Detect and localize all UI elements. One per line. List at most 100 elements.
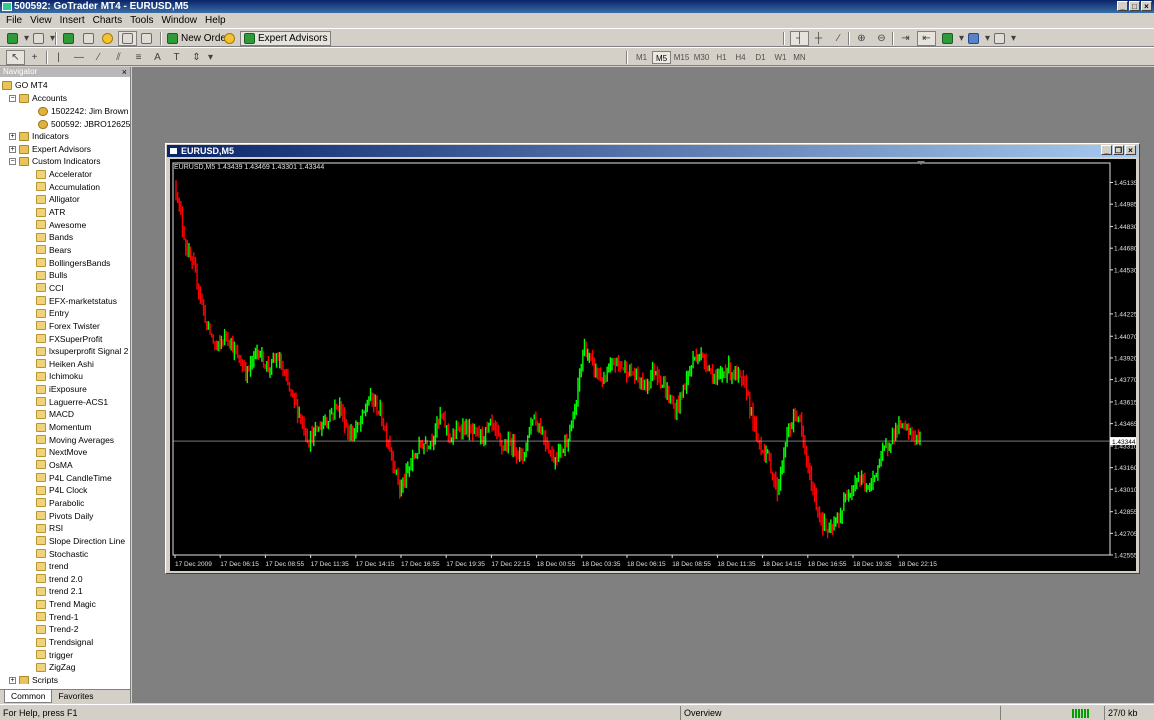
chart-window-titlebar[interactable]: EURUSD,M5 _ ❐ × [167,145,1138,157]
arrows-tool[interactable]: ⇕ ▾ [188,50,219,65]
tree-custom-indicator-item[interactable]: Trendsignal [36,636,93,648]
tree-custom-indicator-item[interactable]: P4L CandleTime [36,472,112,484]
text-label-tool[interactable]: T [168,50,185,65]
tree-custom-indicator-item[interactable]: MACD [36,408,74,420]
tree-custom-indicator-item[interactable]: Heiken Ashi [36,358,94,370]
period-h1[interactable]: H1 [712,51,731,64]
period-m30[interactable]: M30 [692,51,711,64]
bar-chart-button[interactable]: ┤ [790,31,809,46]
terminal-button[interactable] [118,31,137,46]
tree-custom-indicator-item[interactable]: Moving Averages [36,434,114,446]
tree-custom-indicator-item[interactable]: Bands [36,231,73,243]
tree-expert-advisors[interactable]: + Expert Advisors [9,143,91,155]
data-window-button[interactable] [80,31,97,46]
period-h4[interactable]: H4 [731,51,750,64]
vertical-line-tool[interactable]: | [50,50,67,65]
tab-common[interactable]: Common [4,690,53,703]
navigator-close-icon[interactable]: × [122,67,127,77]
cursor-tool[interactable]: ↖ [6,50,25,65]
tab-favorites[interactable]: Favorites [52,690,99,703]
menu-help[interactable]: Help [201,15,230,26]
tree-custom-indicator-item[interactable]: Bears [36,244,71,256]
tree-root[interactable]: GO MT4 [2,79,48,91]
tree-custom-indicator-item[interactable]: Alligator [36,193,80,205]
period-m5[interactable]: M5 [652,51,671,64]
tree-custom-indicator-item[interactable]: Pivots Daily [36,510,93,522]
candlestick-button[interactable]: ┼ [810,31,827,46]
menu-window[interactable]: Window [157,15,201,26]
maximize-button[interactable]: □ [1129,1,1140,11]
tree-custom-indicator-item[interactable]: Awesome [36,219,86,231]
tree-custom-indicator-item[interactable]: Trend-2 [36,623,78,635]
period-m15[interactable]: M15 [672,51,691,64]
period-mn[interactable]: MN [790,51,809,64]
tree-custom-indicators[interactable]: − Custom Indicators [9,155,101,167]
tree-custom-indicator-item[interactable]: ATR [36,206,65,218]
metaeditor-button[interactable] [221,31,238,46]
tree-custom-indicator-item[interactable]: Accumulation [36,181,100,193]
expert-advisors-button[interactable]: Expert Advisors [240,31,332,46]
chart-minimize-button[interactable]: _ [1101,145,1112,155]
tree-custom-indicator-item[interactable]: iExposure [36,383,87,395]
tree-custom-indicator-item[interactable]: CCI [36,282,64,294]
chart-close-button[interactable]: × [1125,145,1136,155]
tree-custom-indicator-item[interactable]: Trend Magic [36,598,96,610]
auto-scroll-button[interactable]: ⇥ [897,31,914,46]
price-chart[interactable]: 1.43344 1.45135 1.44985 1.44830 1.44680 1.445… [170,159,1136,571]
tree-custom-indicator-item[interactable]: Entry [36,307,69,319]
tree-custom-indicator-item[interactable]: Bulls [36,269,67,281]
tree-custom-indicator-item[interactable]: Slope Direction Line [36,535,125,547]
horizontal-line-tool[interactable]: — [70,50,87,65]
minimize-button[interactable]: _ [1117,1,1128,11]
tree-account-item[interactable]: 1502242: Jim Brown [38,105,129,117]
tree-custom-indicator-item[interactable]: P4L Clock [36,484,87,496]
tree-custom-indicator-item[interactable]: Laguerre-ACS1 [36,396,108,408]
chart-restore-button[interactable]: ❐ [1113,145,1124,155]
tree-custom-indicator-item[interactable]: ZigZag [36,661,75,673]
trendline-tool[interactable]: ⁄ [90,50,107,65]
tree-indicators[interactable]: + Indicators [9,130,69,142]
tree-custom-indicator-item[interactable]: trigger [36,649,73,661]
tree-custom-indicator-item[interactable]: RSI [36,522,63,534]
close-button[interactable]: × [1141,1,1152,11]
tree-scripts[interactable]: + Scripts [9,674,58,684]
tree-custom-indicator-item[interactable]: EFX-marketstatus [36,295,117,307]
zoom-out-button[interactable]: ⊖ [873,31,890,46]
tree-custom-indicator-item[interactable]: trend 2.0 [36,573,83,585]
menu-charts[interactable]: Charts [89,15,126,26]
tree-custom-indicator-item[interactable]: Ichimoku [36,370,83,382]
price-chart-svg[interactable]: 1.433441.451351.449851.448301.446801.445… [170,159,1136,571]
line-chart-button[interactable]: ∕ [830,31,847,46]
market-watch-button[interactable] [60,31,77,46]
tree-custom-indicator-item[interactable]: Accelerator [36,168,92,180]
tree-custom-indicator-item[interactable]: trend 2.1 [36,585,83,597]
tree-custom-indicator-item[interactable]: NextMove [36,446,87,458]
tree-custom-indicator-item[interactable]: Trend-1 [36,611,78,623]
tree-accounts[interactable]: − Accounts [9,92,67,104]
fibonacci-tool[interactable]: ≡ [130,50,147,65]
tree-account-item[interactable]: 500592: JBRO12625 [38,118,130,130]
text-tool[interactable]: A [149,50,166,65]
tree-custom-indicator-item[interactable]: FXSuperProfit [36,333,102,345]
tree-custom-indicator-item[interactable]: lxsuperprofit Signal 2 [36,345,128,357]
period-w1[interactable]: W1 [771,51,790,64]
tree-custom-indicator-item[interactable]: Parabolic [36,497,84,509]
chart-shift-button[interactable]: ⇤ [917,31,936,46]
crosshair-tool[interactable]: + [26,50,43,65]
tree-custom-indicator-item[interactable]: Momentum [36,421,92,433]
navigator-toggle-button[interactable] [99,31,116,46]
tree-custom-indicator-item[interactable]: Forex Twister [36,320,100,332]
strategy-tester-button[interactable] [138,31,155,46]
tree-custom-indicator-item[interactable]: trend [36,560,68,572]
tree-custom-indicator-item[interactable]: Stochastic [36,548,88,560]
menu-tools[interactable]: Tools [126,15,157,26]
templates-button[interactable]: ▾ [991,31,1022,46]
tree-custom-indicator-item[interactable]: BollingersBands [36,257,110,269]
tree-custom-indicator-item[interactable]: OsMA [36,459,73,471]
menu-view[interactable]: View [26,15,56,26]
equidistant-channel-tool[interactable]: ⫽ [110,50,127,65]
menu-insert[interactable]: Insert [56,15,89,26]
period-d1[interactable]: D1 [751,51,770,64]
period-m1[interactable]: M1 [632,51,651,64]
menu-file[interactable]: File [2,15,26,26]
